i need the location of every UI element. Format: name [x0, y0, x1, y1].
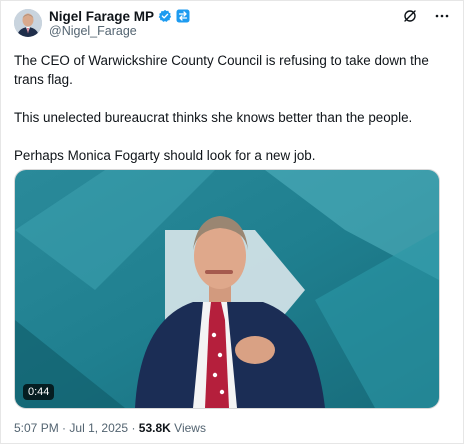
video-duration: 0:44 [23, 384, 55, 400]
author-handle[interactable]: @Nigel_Farage [49, 24, 137, 38]
tweet-paragraph: This unelected bureaucrat thinks she kno… [14, 110, 413, 125]
tweet-meta: 5:07 PM · Jul 1, 2025 · 53.8K Views [14, 421, 206, 435]
tweet-time[interactable]: 5:07 PM [14, 421, 59, 435]
video-player[interactable]: 0:44 [14, 169, 440, 409]
avatar-image [14, 9, 42, 37]
author-name-row: Nigel Farage MP [49, 7, 190, 25]
author-display-name[interactable]: Nigel Farage MP [49, 9, 154, 24]
grok-icon[interactable] [403, 9, 417, 28]
tweet-text: The CEO of Warwickshire County Council i… [14, 51, 444, 165]
tweet-paragraph: The CEO of Warwickshire County Council i… [14, 53, 429, 87]
tweet-card: Nigel Farage MP @Nigel_Farage The CEO of… [0, 0, 464, 444]
video-thumbnail [15, 170, 439, 408]
tweet-actions-top [403, 9, 449, 28]
tweet-date[interactable]: Jul 1, 2025 [69, 421, 128, 435]
views-label: Views [174, 421, 206, 435]
avatar[interactable] [14, 9, 42, 37]
verified-badge-icon [158, 9, 172, 23]
views-count[interactable]: 53.8K [139, 421, 171, 435]
affiliate-badge-icon[interactable] [176, 9, 190, 23]
more-icon[interactable] [435, 9, 449, 28]
tweet-paragraph: Perhaps Monica Fogarty should look for a… [14, 148, 316, 163]
meta-separator: · [131, 421, 136, 435]
meta-separator: · [62, 421, 67, 435]
